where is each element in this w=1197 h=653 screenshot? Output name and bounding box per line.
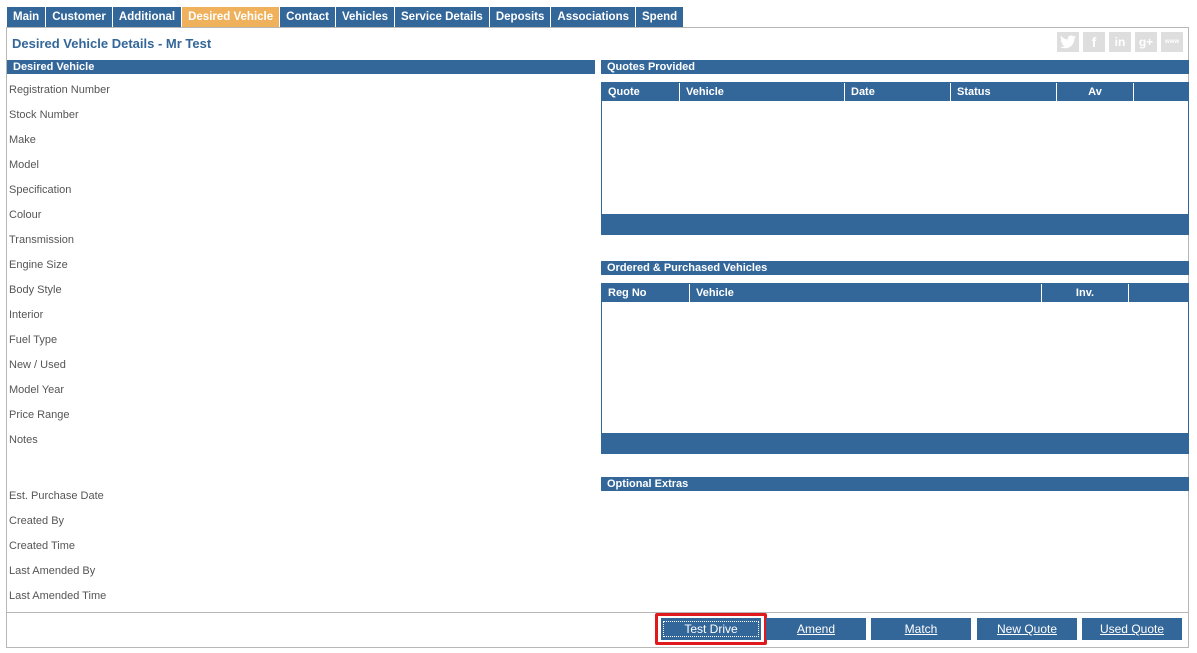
desired-vehicle-header: Desired Vehicle xyxy=(7,60,595,74)
quotes-header: Quotes Provided xyxy=(601,60,1189,74)
field-created-time: Created Time xyxy=(9,540,76,552)
page-title: Desired Vehicle Details - Mr Test xyxy=(12,36,212,51)
col-av[interactable]: Av xyxy=(1057,83,1134,101)
new-quote-button[interactable]: New Quote xyxy=(977,618,1077,640)
tab-desired-vehicle[interactable]: Desired Vehicle xyxy=(182,7,280,27)
ordered-grid-header: Reg No Vehicle Inv. xyxy=(602,284,1188,302)
col-blank xyxy=(1134,83,1188,101)
col-reg-no[interactable]: Reg No xyxy=(602,284,690,302)
ordered-grid: Reg No Vehicle Inv. xyxy=(601,283,1189,454)
field-transmission: Transmission xyxy=(9,234,74,246)
field-new-used: New / Used xyxy=(9,359,66,371)
ordered-grid-footer xyxy=(602,433,1188,453)
field-price-range: Price Range xyxy=(9,409,70,421)
linkedin-icon[interactable]: in xyxy=(1109,32,1131,52)
col-inv[interactable]: Inv. xyxy=(1042,284,1129,302)
tab-contact[interactable]: Contact xyxy=(280,7,335,27)
col-status[interactable]: Status xyxy=(951,83,1057,101)
field-registration-number: Registration Number xyxy=(9,84,110,96)
tab-deposits[interactable]: Deposits xyxy=(489,7,551,27)
tab-customer[interactable]: Customer xyxy=(46,7,112,27)
field-model: Model xyxy=(9,159,39,171)
col-blank xyxy=(1129,284,1188,302)
tab-service-details[interactable]: Service Details xyxy=(395,7,489,27)
col-date[interactable]: Date xyxy=(845,83,951,101)
optional-extras-header: Optional Extras xyxy=(601,477,1189,491)
tab-vehicles[interactable]: Vehicles xyxy=(335,7,394,27)
amend-button[interactable]: Amend xyxy=(766,618,866,640)
www-icon[interactable]: www xyxy=(1161,32,1183,52)
divider xyxy=(6,612,1189,613)
ordered-header: Ordered & Purchased Vehicles xyxy=(601,261,1189,275)
field-colour: Colour xyxy=(9,209,42,221)
field-engine-size: Engine Size xyxy=(9,259,68,271)
field-stock-number: Stock Number xyxy=(9,109,79,121)
tab-bar: Main Customer Additional Desired Vehicle… xyxy=(7,7,684,27)
tab-spend[interactable]: Spend xyxy=(636,7,684,27)
facebook-icon[interactable]: f xyxy=(1083,32,1105,52)
col-vehicle[interactable]: Vehicle xyxy=(690,284,1042,302)
googleplus-icon[interactable]: g+ xyxy=(1135,32,1157,52)
field-specification: Specification xyxy=(9,184,72,196)
field-est-purchase-date: Est. Purchase Date xyxy=(9,490,104,502)
twitter-icon[interactable] xyxy=(1057,32,1079,52)
field-interior: Interior xyxy=(9,309,44,321)
field-created-by: Created By xyxy=(9,515,65,527)
col-vehicle[interactable]: Vehicle xyxy=(680,83,845,101)
quotes-grid: Quote Vehicle Date Status Av xyxy=(601,82,1189,235)
field-last-amended-time: Last Amended Time xyxy=(9,590,107,602)
field-model-year: Model Year xyxy=(9,384,65,396)
highlight-box xyxy=(655,613,767,645)
field-fuel-type: Fuel Type xyxy=(9,334,58,346)
quotes-grid-header: Quote Vehicle Date Status Av xyxy=(602,83,1188,101)
field-body-style: Body Style xyxy=(9,284,62,296)
tab-associations[interactable]: Associations xyxy=(551,7,635,27)
field-make: Make xyxy=(9,134,36,146)
tab-additional[interactable]: Additional xyxy=(112,7,182,27)
field-last-amended-by: Last Amended By xyxy=(9,565,96,577)
match-button[interactable]: Match xyxy=(871,618,971,640)
quotes-grid-footer xyxy=(602,214,1188,234)
field-notes: Notes xyxy=(9,434,38,446)
col-quote[interactable]: Quote xyxy=(602,83,680,101)
used-quote-button[interactable]: Used Quote xyxy=(1082,618,1182,640)
tab-main[interactable]: Main xyxy=(7,7,46,27)
